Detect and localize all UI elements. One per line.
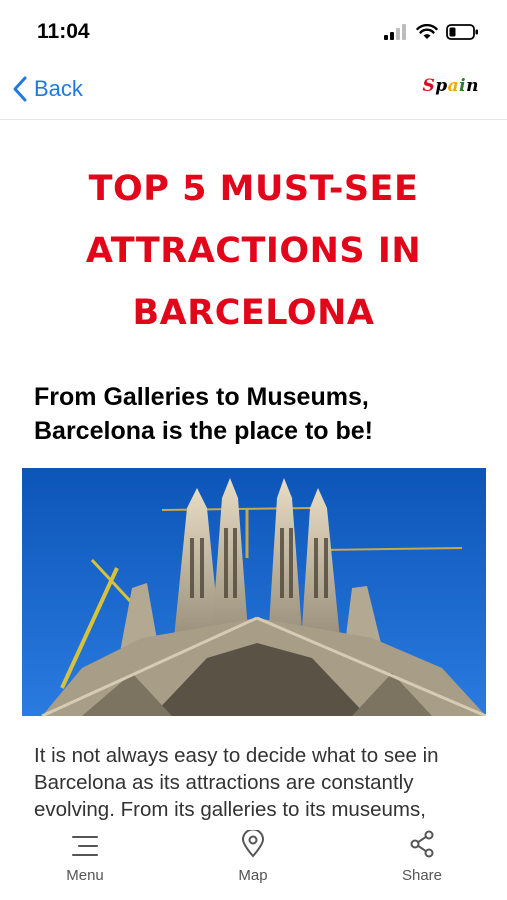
article-title: TOP 5 MUST-SEE ATTRACTIONS IN BARCELONA [85,169,422,333]
article-subtitle: From Galleries to Museums, Barcelona is … [34,383,373,445]
share-icon [410,830,434,858]
signal-icon [384,24,406,40]
bottom-tab-bar: Menu Map Share [0,822,507,900]
chevron-left-icon [13,76,27,102]
back-label: Back [34,76,83,101]
tab-menu-label: Menu [66,867,104,884]
status-bar: 11:04 [0,0,507,62]
back-button[interactable]: Back [12,75,83,103]
spain-logo: Spain [422,76,479,96]
battery-icon [446,24,478,40]
tab-share-label: Share [401,867,443,884]
article-body: It is not always easy to decide what to … [34,744,439,821]
status-time: 11:04 [37,20,90,43]
tab-map[interactable]: Map [203,828,303,884]
status-icons [384,22,479,42]
menu-icon [72,836,98,856]
tab-menu[interactable]: Menu [35,828,135,884]
tab-map-label: Map [238,867,268,884]
hero-image [22,468,486,716]
navigation-bar: Back Spain [0,62,507,120]
sagrada-familia-photo [22,468,486,716]
map-pin-icon [241,828,265,858]
tab-share[interactable]: Share [372,828,472,884]
wifi-icon [416,24,438,39]
